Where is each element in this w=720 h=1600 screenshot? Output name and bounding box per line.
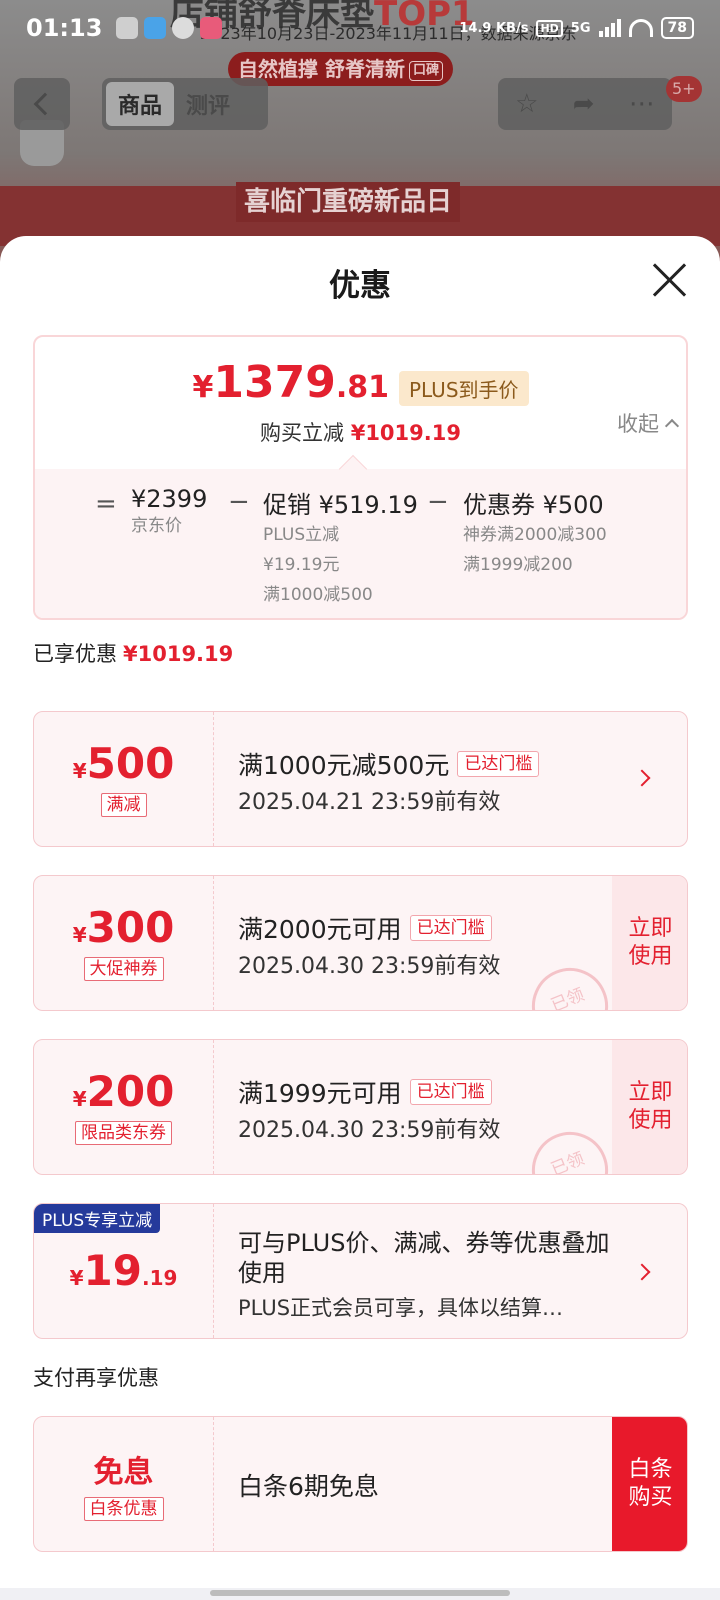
coupon-column: 优惠券 ¥500 神券满2000减300 满1999减200 <box>463 491 607 575</box>
plus-discount-desc: PLUS正式会员可享，具体以结算… <box>238 1296 564 1320</box>
coupon-title: 满1000元减500元 <box>238 751 450 780</box>
coupon-type-tag: 限品类东券 <box>75 1121 172 1145</box>
app-notification-icon <box>200 17 223 39</box>
coupon-type-tag: 大促神券 <box>83 957 164 981</box>
more-icon[interactable]: ⋯ <box>629 89 655 119</box>
close-icon[interactable] <box>650 260 690 300</box>
coupon-card: ¥200 限品类东券 满1999元可用 已达门槛 2025.04.30 23:5… <box>33 1039 688 1175</box>
favorite-star-icon[interactable]: ☆ <box>515 89 538 119</box>
payment-discount-header: 支付再享优惠 <box>33 1366 159 1390</box>
net-speed: 14.9 KB/s <box>459 20 529 36</box>
battery-icon: 78 <box>660 17 694 39</box>
sheet-title: 优惠 <box>329 268 391 304</box>
message-badge: 5+ <box>666 76 702 102</box>
promo-column: 促销 ¥519.19 PLUS立减 ¥19.19元 满1000减500 <box>263 491 418 605</box>
status-bar: 01:13 14.9 KB/s HD 5G 78 <box>0 0 720 56</box>
back-button[interactable] <box>14 78 70 130</box>
chevron-right-icon[interactable] <box>633 769 651 787</box>
baitiao-card: 免息 白条优惠 白条6期免息 白条购买 <box>33 1416 688 1552</box>
share-icon[interactable]: ➦ <box>573 89 595 119</box>
use-now-button[interactable]: 立即使用 <box>612 876 687 1010</box>
event-title: 喜临门重磅新品日 <box>236 182 461 222</box>
qq-icon <box>144 17 167 39</box>
coupon-expiry: 2025.04.21 23:59前有效 <box>238 790 501 815</box>
coupon-expiry: 2025.04.30 23:59前有效 <box>238 1118 501 1143</box>
enjoyed-discount-header: 已享优惠 ¥1019.19 <box>33 642 234 666</box>
chevron-left-icon <box>33 92 57 116</box>
network-type: 5G <box>570 20 591 36</box>
coupon-type-tag: 满减 <box>100 793 147 817</box>
signal-icon <box>598 19 621 37</box>
interest-free-label: 免息 <box>93 1455 154 1490</box>
final-price: ¥ 1379 .81 PLUS到手价 <box>35 357 686 408</box>
equals-sign: = <box>95 489 117 519</box>
collapse-button[interactable]: 收起 <box>617 408 680 438</box>
threshold-reached-tag: 已达门槛 <box>409 1079 492 1105</box>
chevron-up-icon <box>664 418 680 434</box>
plus-discount-card[interactable]: PLUS专享立减 ¥19.19 可与PLUS价、满减、券等优惠叠加使用 PLUS… <box>33 1203 688 1339</box>
status-time: 01:13 <box>26 14 103 42</box>
threshold-reached-tag: 已达门槛 <box>457 751 540 777</box>
price-summary-card: ¥ 1379 .81 PLUS到手价 购买立减 ¥1019.19 = ¥2399… <box>33 335 688 620</box>
coupon-card: ¥300 大促神券 满2000元可用 已达门槛 2025.04.30 23:59… <box>33 875 688 1011</box>
home-indicator[interactable] <box>210 1590 510 1596</box>
minus-sign: − <box>228 487 250 517</box>
plus-discount-title: 可与PLUS价、满减、券等优惠叠加使用 <box>238 1229 610 1287</box>
baitiao-title: 白条6期免息 <box>238 1472 379 1501</box>
coupon-card[interactable]: ¥500 满减 满1000元减500元 已达门槛 2025.04.21 23:5… <box>33 711 688 847</box>
baitiao-tag: 白条优惠 <box>83 1497 164 1521</box>
coupon-title: 满1999元可用 <box>238 1079 402 1108</box>
price-breakdown: = ¥2399 京东价 − 促销 ¥519.19 PLUS立减 ¥19.19元 … <box>35 454 686 618</box>
notification-icons <box>116 17 223 39</box>
coupon-amount: ¥300 <box>72 903 175 952</box>
use-now-button[interactable]: 立即使用 <box>612 1040 687 1174</box>
chevron-right-icon[interactable] <box>633 1263 651 1281</box>
status-right: 14.9 KB/s HD 5G 78 <box>459 17 694 39</box>
wifi-icon <box>628 19 653 37</box>
total-reduction: 购买立减 ¥1019.19 <box>260 421 461 445</box>
tab-product[interactable]: 商品 <box>106 82 175 126</box>
page-tabs: 商品 测评 <box>102 78 268 130</box>
plus-price-tag: PLUS到手价 <box>398 371 529 406</box>
tab-review[interactable]: 测评 <box>174 82 242 126</box>
hd-icon: HD <box>536 19 563 37</box>
app-notification-icon <box>172 17 195 39</box>
coupon-amount: ¥200 <box>72 1067 175 1116</box>
app-notification-icon <box>116 17 139 39</box>
coupon-amount: ¥500 <box>72 739 175 788</box>
header-actions: ☆ ➦ ⋯ <box>498 78 672 130</box>
coupon-title: 满2000元可用 <box>238 915 402 944</box>
threshold-reached-tag: 已达门槛 <box>409 915 492 941</box>
baitiao-buy-button[interactable]: 白条购买 <box>612 1417 687 1551</box>
minus-sign: − <box>427 487 449 517</box>
coupon-expiry: 2025.04.30 23:59前有效 <box>238 954 501 979</box>
jd-price-column: ¥2399 京东价 <box>131 485 208 536</box>
plus-discount-amount: ¥19.19 <box>69 1246 178 1295</box>
